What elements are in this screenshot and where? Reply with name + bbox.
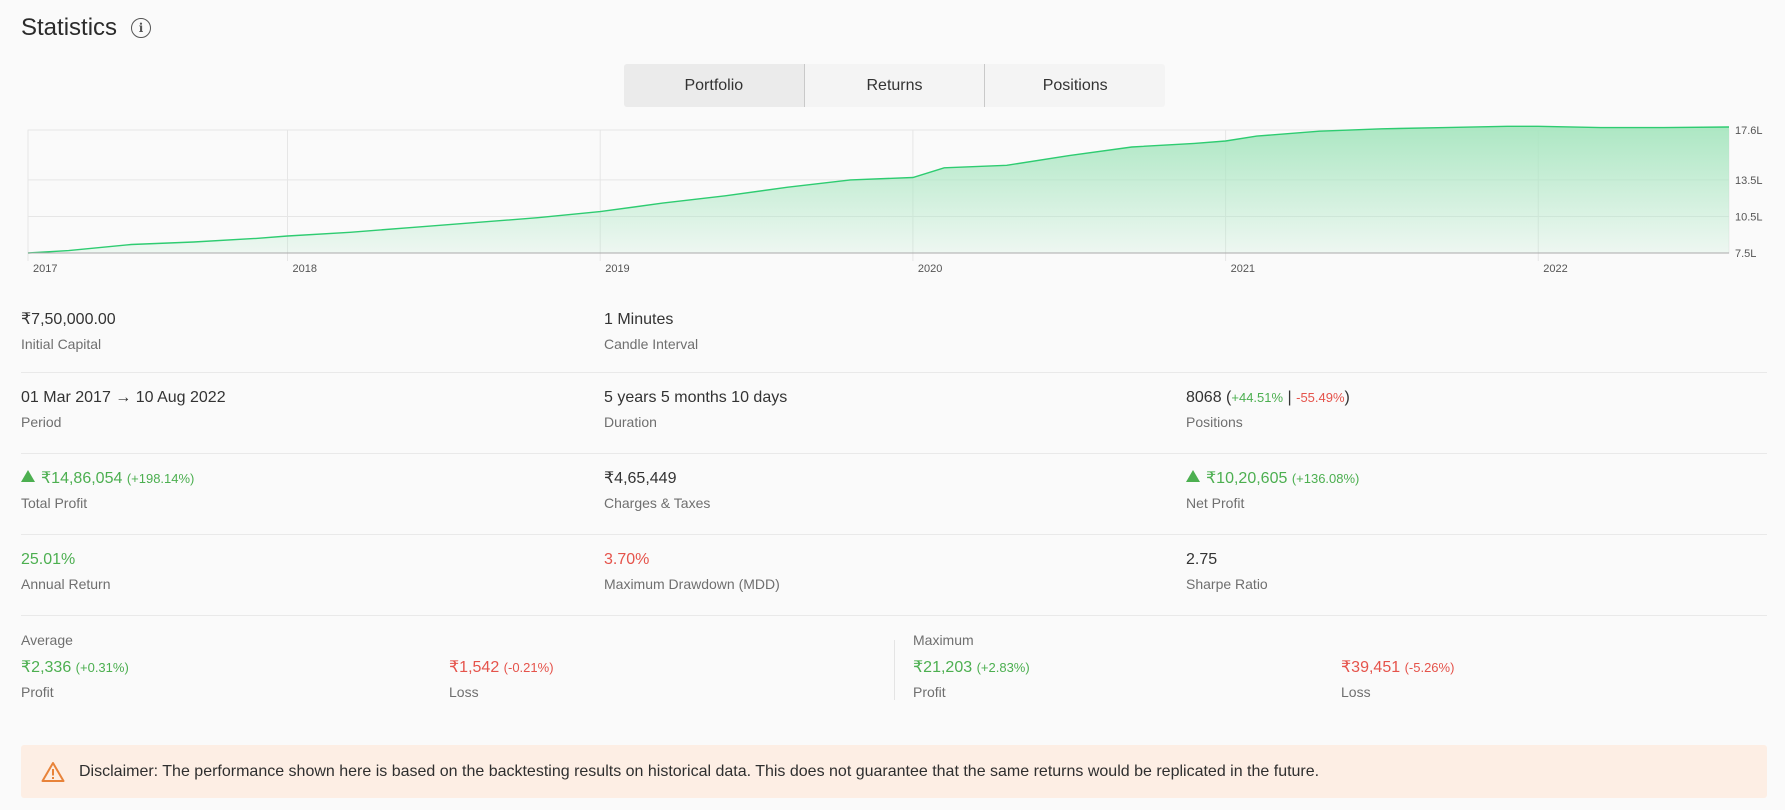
- total-profit-amount: ₹14,86,054: [41, 470, 123, 487]
- x-tick-label: 2022: [1543, 263, 1567, 275]
- total-profit-label: Total Profit: [21, 495, 88, 511]
- positions-loss-pct: -55.49%: [1296, 390, 1345, 405]
- positions-win-pct: +44.51%: [1231, 390, 1284, 405]
- positions-separator: |: [1287, 389, 1292, 406]
- group-divider: [894, 640, 895, 700]
- stats-row-profit: ₹14,86,054 (+198.14%) Total Profit ₹4,65…: [21, 454, 1767, 535]
- x-tick-label: 2018: [293, 263, 317, 275]
- candle-interval-stat: 1 Minutes Candle Interval: [604, 310, 698, 353]
- x-tick-label: 2017: [33, 263, 57, 275]
- page-title: Statistics: [21, 14, 118, 41]
- tab-portfolio[interactable]: Portfolio: [624, 64, 804, 107]
- annual-return-label: Annual Return: [21, 576, 111, 592]
- maximum-title: Maximum: [913, 632, 974, 648]
- average-profit-stat: ₹2,336 (+0.31%) Profit: [21, 658, 129, 701]
- x-tick-label: 2020: [918, 263, 942, 275]
- average-profit-pct: (+0.31%): [75, 660, 129, 675]
- average-loss-pct: (-0.21%): [503, 660, 554, 675]
- duration-label: Duration: [604, 414, 657, 430]
- maximum-loss-stat: ₹39,451 (-5.26%) Loss: [1341, 658, 1454, 701]
- maximum-loss-pct: (-5.26%): [1404, 660, 1455, 675]
- positions-close-paren: ): [1344, 389, 1350, 406]
- average-title: Average: [21, 632, 73, 648]
- total-profit-stat: ₹14,86,054 (+198.14%) Total Profit: [21, 469, 194, 512]
- info-icon[interactable]: i: [131, 18, 152, 38]
- net-profit-pct: (+136.08%): [1291, 471, 1360, 486]
- net-profit-label: Net Profit: [1186, 495, 1245, 511]
- duration-value: 5 years 5 months 10 days: [604, 389, 788, 406]
- y-tick-label: 10.5L: [1735, 211, 1763, 223]
- average-loss-stat: ₹1,542 (-0.21%) Loss: [449, 658, 554, 701]
- average-loss-value: ₹1,542 (-0.21%): [449, 658, 554, 678]
- average-loss-amount: ₹1,542: [449, 659, 500, 676]
- positions-stat: 8068 (+44.51% | -55.49%) Positions: [1186, 388, 1350, 431]
- view-tabs: Portfolio Returns Positions: [624, 64, 1165, 107]
- portfolio-chart: 17.6L 13.5L 10.5L 7.5L 2017 2018 2019 2020 2021 2…: [0, 118, 1785, 278]
- candle-interval-value: 1 Minutes: [604, 311, 674, 328]
- maximum-profit-amount: ₹21,203: [913, 659, 973, 676]
- y-tick-label: 17.6L: [1735, 125, 1763, 137]
- sharpe-value: 2.75: [1186, 551, 1218, 568]
- maximum-profit-stat: ₹21,203 (+2.83%) Profit: [913, 658, 1030, 701]
- sharpe-label: Sharpe Ratio: [1186, 576, 1268, 592]
- average-profit-amount: ₹2,336: [21, 659, 72, 676]
- initial-capital-label: Initial Capital: [21, 336, 102, 352]
- average-profit-value: ₹2,336 (+0.31%): [21, 658, 129, 678]
- net-profit-amount: ₹10,20,605: [1206, 470, 1288, 487]
- period-label: Period: [21, 414, 62, 430]
- average-loss-label: Loss: [449, 684, 479, 700]
- tab-positions[interactable]: Positions: [984, 64, 1165, 107]
- portfolio-area: [28, 126, 1729, 253]
- stats-row-returns: 25.01% Annual Return 3.70% Maximum Drawd…: [21, 535, 1767, 616]
- maximum-loss-value: ₹39,451 (-5.26%): [1341, 658, 1454, 678]
- annual-return-value: 25.01%: [21, 551, 76, 568]
- disclaimer-text: Disclaimer: The performance shown here i…: [79, 762, 1320, 780]
- average-profit-label: Profit: [21, 684, 54, 700]
- maximum-profit-pct: (+2.83%): [976, 660, 1030, 675]
- x-tick-label: 2021: [1231, 263, 1255, 275]
- mdd-value: 3.70%: [604, 551, 650, 568]
- net-profit-value: ₹10,20,605 (+136.08%): [1186, 469, 1359, 489]
- mdd-stat: 3.70% Maximum Drawdown (MDD): [604, 550, 780, 593]
- stats-row-capital: ₹7,50,000.00 Initial Capital 1 Minutes C…: [21, 298, 1767, 373]
- initial-capital-value: ₹7,50,000.00: [21, 311, 116, 328]
- charges-value: ₹4,65,449: [604, 470, 677, 487]
- period-stat: 01 Mar 2017 → 10 Aug 2022 Period: [21, 388, 226, 431]
- sharpe-stat: 2.75 Sharpe Ratio: [1186, 550, 1268, 593]
- total-profit-value: ₹14,86,054 (+198.14%): [21, 469, 194, 489]
- charges-stat: ₹4,65,449 Charges & Taxes: [604, 469, 710, 512]
- tab-returns[interactable]: Returns: [803, 64, 985, 107]
- maximum-profit-value: ₹21,203 (+2.83%): [913, 658, 1030, 678]
- maximum-loss-label: Loss: [1341, 684, 1371, 700]
- maximum-loss-amount: ₹39,451: [1341, 659, 1401, 676]
- positions-value: 8068 (+44.51% | -55.49%): [1186, 388, 1350, 408]
- annual-return-stat: 25.01% Annual Return: [21, 550, 111, 593]
- initial-capital-stat: ₹7,50,000.00 Initial Capital: [21, 310, 116, 353]
- positions-count: 8068: [1186, 389, 1222, 406]
- page-header: Statistics i: [21, 14, 152, 42]
- total-profit-pct: (+198.14%): [126, 471, 195, 486]
- y-tick-label: 7.5L: [1735, 248, 1756, 260]
- net-profit-stat: ₹10,20,605 (+136.08%) Net Profit: [1186, 469, 1359, 512]
- x-tick-label: 2019: [605, 263, 629, 275]
- duration-stat: 5 years 5 months 10 days Duration: [604, 388, 787, 431]
- stats-row-avg-max: Average ₹2,336 (+0.31%) Profit ₹1,542 (-…: [21, 616, 1767, 726]
- positions-label: Positions: [1186, 414, 1243, 430]
- portfolio-chart-svg: 17.6L 13.5L 10.5L 7.5L 2017 2018 2019 2020 2021 2…: [27, 125, 1763, 275]
- period-value: 01 Mar 2017 → 10 Aug 2022: [21, 389, 226, 406]
- y-tick-label: 13.5L: [1735, 175, 1763, 187]
- statistics-panel: ₹7,50,000.00 Initial Capital 1 Minutes C…: [21, 298, 1767, 726]
- charges-label: Charges & Taxes: [604, 495, 711, 511]
- candle-interval-label: Candle Interval: [604, 336, 699, 352]
- warning-icon: [41, 761, 65, 782]
- stats-row-period: 01 Mar 2017 → 10 Aug 2022 Period 5 years…: [21, 373, 1767, 454]
- mdd-label: Maximum Drawdown (MDD): [604, 576, 780, 592]
- disclaimer-banner: Disclaimer: The performance shown here i…: [21, 745, 1767, 798]
- up-triangle-icon: [21, 470, 35, 482]
- maximum-profit-label: Profit: [913, 684, 946, 700]
- up-triangle-icon: [1186, 470, 1200, 482]
